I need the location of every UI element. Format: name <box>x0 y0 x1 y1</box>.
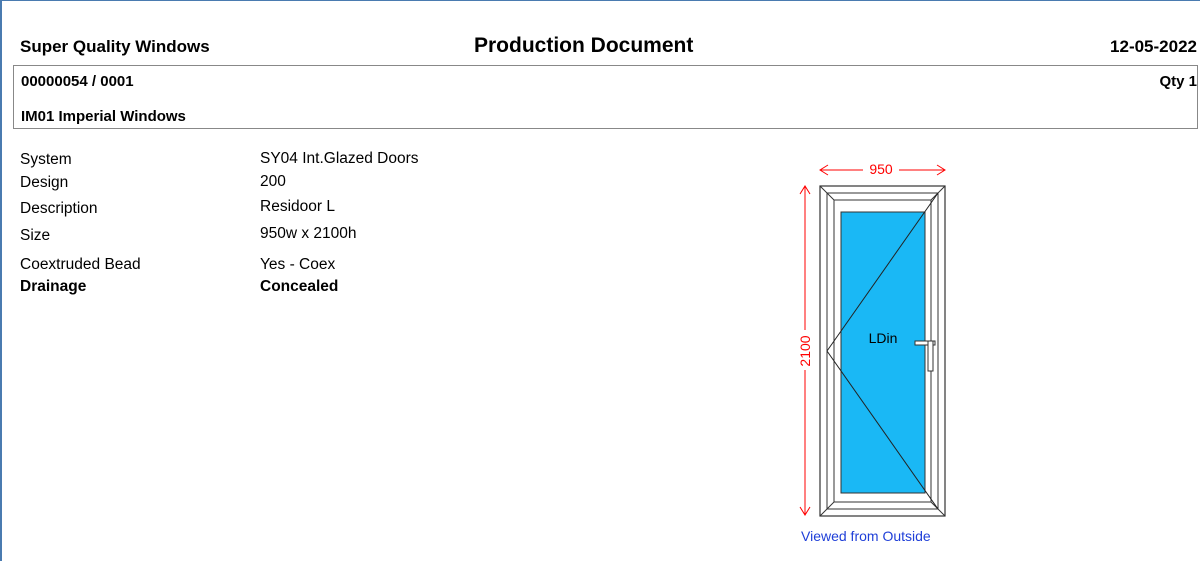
document-date: 12-05-2022 <box>1110 37 1197 56</box>
order-number: 00000054 / 0001 <box>21 73 134 90</box>
document-title: Production Document <box>474 34 694 57</box>
customer-name: IM01 Imperial Windows <box>21 108 186 125</box>
company-name: Super Quality Windows <box>20 37 210 56</box>
order-quantity: Qty 1 <box>1159 73 1197 90</box>
spec-label-system: System <box>20 151 72 168</box>
height-dimension: 2100 <box>797 185 813 516</box>
width-dimension-label: 950 <box>869 161 893 177</box>
spec-value-size: 950w x 2100h <box>260 225 357 242</box>
door-glass-panel <box>840 211 926 494</box>
spec-label-size: Size <box>20 227 51 244</box>
width-dimension: 950 <box>819 161 946 177</box>
spec-value-coextruded-bead: Yes - Coex <box>260 256 336 273</box>
spec-label-drainage: Drainage <box>20 278 87 295</box>
spec-label-design: Design <box>20 174 69 191</box>
spec-label-coextruded-bead: Coextruded Bead <box>20 256 141 273</box>
spec-value-design: 200 <box>260 173 286 190</box>
viewed-from-caption: Viewed from Outside <box>801 528 931 544</box>
spec-value-description: Residoor L <box>260 198 335 215</box>
order-box <box>13 65 1198 129</box>
spec-value-system: SY04 Int.Glazed Doors <box>260 150 419 167</box>
opening-type-label: LDin <box>869 330 898 346</box>
spec-label-description: Description <box>20 200 98 217</box>
door-drawing: 950 2100 LDin <box>797 161 946 517</box>
height-dimension-label: 2100 <box>797 335 813 366</box>
spec-value-drainage: Concealed <box>260 278 339 295</box>
